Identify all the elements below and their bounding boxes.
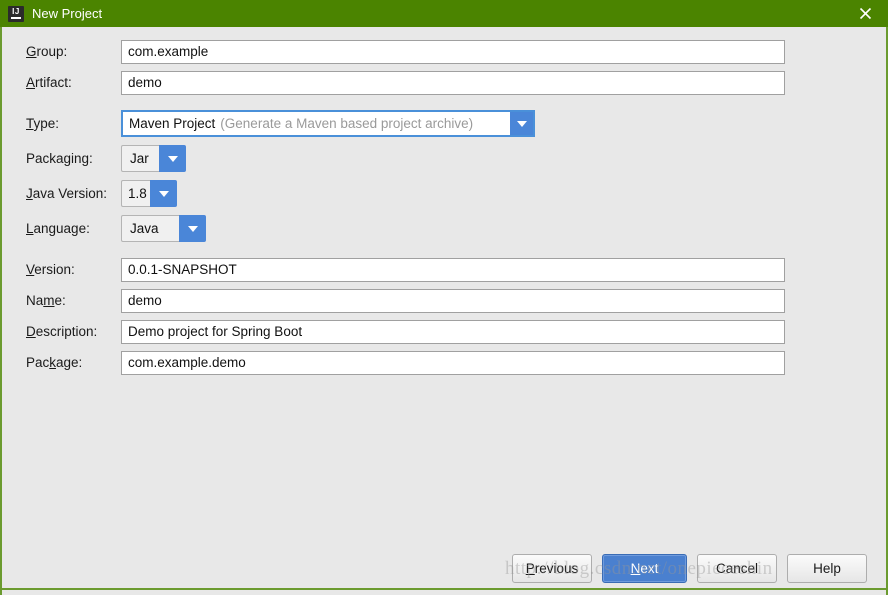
packaging-combobox-value: Jar [121, 145, 159, 172]
chevron-down-icon [516, 120, 527, 127]
type-combobox-text: Maven Project (Generate a Maven based pr… [123, 112, 510, 135]
label-version: Version: [26, 262, 75, 277]
package-input[interactable]: com.example.demo [121, 351, 785, 375]
label-description: Description: [26, 324, 98, 339]
cancel-button[interactable]: Cancel [697, 554, 777, 583]
version-input[interactable]: 0.0.1-SNAPSHOT [121, 258, 785, 282]
label-type: Type: [26, 116, 60, 131]
help-button-label: Help [813, 561, 841, 576]
artifact-input[interactable]: demo [121, 71, 785, 95]
description-input[interactable]: Demo project for Spring Boot [121, 320, 785, 344]
type-combobox-arrow-button[interactable] [510, 112, 533, 135]
close-button[interactable] [843, 0, 888, 27]
window-bottom-edge [0, 588, 888, 595]
type-combobox-hint: (Generate a Maven based project archive) [220, 116, 474, 131]
intellij-idea-icon: IJ [8, 5, 24, 22]
language-combobox-value: Java [121, 215, 179, 242]
app-icon-underline [11, 16, 21, 19]
help-button[interactable]: Help [787, 554, 867, 583]
dialog-title: New Project [32, 6, 103, 21]
next-button-label: Next [630, 561, 659, 576]
cancel-button-label: Cancel [715, 561, 759, 576]
label-packaging: Packaging: [26, 151, 93, 166]
type-combobox[interactable]: Maven Project (Generate a Maven based pr… [121, 110, 535, 137]
label-name: Name: [26, 293, 66, 308]
language-combobox[interactable]: Java [121, 215, 206, 242]
close-icon [859, 7, 872, 20]
chevron-down-icon [187, 225, 198, 232]
dialog-titlebar: IJ New Project [0, 0, 888, 27]
chevron-down-icon [167, 155, 178, 162]
label-java-version: Java Version: [26, 186, 108, 201]
dialog-body: Group: com.example Artifact: demo Type: … [0, 27, 888, 588]
next-button[interactable]: Next [602, 554, 687, 583]
group-input[interactable]: com.example [121, 40, 785, 64]
java-version-combobox-value: 1.8 [121, 180, 150, 207]
previous-button-label: Previous [525, 561, 579, 576]
label-package: Package: [26, 355, 83, 370]
label-language: Language: [26, 221, 90, 236]
name-input[interactable]: demo [121, 289, 785, 313]
app-icon-text: IJ [12, 6, 20, 16]
packaging-combobox-arrow-button[interactable] [159, 145, 186, 172]
language-combobox-arrow-button[interactable] [179, 215, 206, 242]
label-artifact: Artifact: [26, 75, 72, 90]
packaging-combobox[interactable]: Jar [121, 145, 186, 172]
previous-button[interactable]: Previous [512, 554, 592, 583]
java-version-combobox-arrow-button[interactable] [150, 180, 177, 207]
label-group: Group: [26, 44, 68, 59]
chevron-down-icon [158, 190, 169, 197]
new-project-dialog: IJ New Project Group: com.example Artifa… [0, 0, 888, 595]
java-version-combobox[interactable]: 1.8 [121, 180, 177, 207]
type-combobox-value: Maven Project [129, 116, 216, 131]
